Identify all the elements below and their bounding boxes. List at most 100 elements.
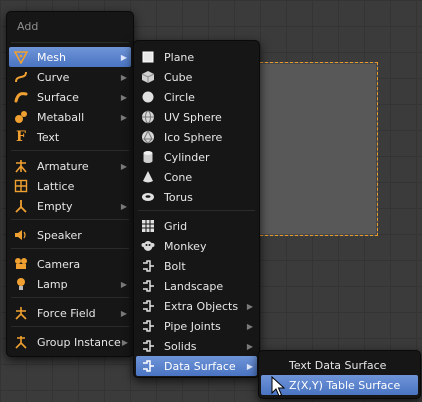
submenu-arrow-icon: ▶ xyxy=(120,279,128,289)
speaker-icon xyxy=(13,227,29,243)
plugin-icon xyxy=(140,358,156,374)
submenu-arrow-icon: ▶ xyxy=(246,321,254,331)
menu-item-label: Lattice xyxy=(37,179,75,193)
menu-item-text[interactable]: F Text xyxy=(9,127,131,147)
submenu-arrow-icon: ▶ xyxy=(120,308,128,318)
submenu-arrow-icon: ▶ xyxy=(246,341,254,351)
menu-item-cube[interactable]: Cube xyxy=(136,67,257,87)
curve-icon xyxy=(13,69,29,85)
menu-item-camera[interactable]: Camera xyxy=(9,254,131,274)
submenu-arrow-icon: ▶ xyxy=(120,92,128,102)
menu-item-label: Force Field xyxy=(37,306,96,320)
divider xyxy=(11,248,129,249)
menu-item-label: Landscape xyxy=(164,279,224,293)
mesh-icon xyxy=(13,49,29,65)
menu-item-cone[interactable]: Cone xyxy=(136,167,257,187)
menu-item-grid[interactable]: Grid xyxy=(136,216,257,236)
menu-item-label: Speaker xyxy=(37,228,82,242)
plane-icon xyxy=(140,49,156,65)
menu-item-lattice[interactable]: Lattice xyxy=(9,176,131,196)
submenu-arrow-icon: ▶ xyxy=(246,301,254,311)
divider xyxy=(11,297,129,298)
menu-item-extra-objects[interactable]: Extra Objects ▶ xyxy=(136,296,257,316)
divider xyxy=(11,150,129,151)
menu-item-ico-sphere[interactable]: Ico Sphere xyxy=(136,127,257,147)
menu-item-label: Plane xyxy=(164,50,195,64)
menu-item-surface[interactable]: Surface ▶ xyxy=(9,87,131,107)
menu-item-empty[interactable]: Empty ▶ xyxy=(9,196,131,216)
menu-item-label: Ico Sphere xyxy=(164,130,223,144)
submenu-arrow-icon: ▶ xyxy=(121,337,128,347)
menu-item-lamp[interactable]: Lamp ▶ xyxy=(9,274,131,294)
menu-item-solids[interactable]: Solids ▶ xyxy=(136,336,257,356)
menu-item-monkey[interactable]: Monkey xyxy=(136,236,257,256)
plugin-icon xyxy=(140,298,156,314)
mouse-pointer-icon xyxy=(271,376,285,397)
uv-sphere-icon xyxy=(140,109,156,125)
divider xyxy=(138,210,255,211)
text-icon: F xyxy=(16,129,26,145)
lamp-icon xyxy=(13,276,29,292)
plugin-icon xyxy=(140,278,156,294)
circle-icon xyxy=(140,89,156,105)
divider xyxy=(11,326,129,327)
menu-item-label: Data Surface xyxy=(164,359,236,373)
menu-item-bolt[interactable]: Bolt xyxy=(136,256,257,276)
menu-item-mesh[interactable]: Mesh ▶ xyxy=(9,47,131,67)
armature-icon xyxy=(13,158,29,174)
submenu-arrow-icon: ▶ xyxy=(120,52,128,62)
cone-icon xyxy=(140,169,156,185)
monkey-icon xyxy=(140,238,156,254)
menu-item-group-instance[interactable]: Group Instance ▶ xyxy=(9,332,131,352)
submenu-arrow-icon: ▶ xyxy=(120,112,128,122)
menu-item-curve[interactable]: Curve ▶ xyxy=(9,67,131,87)
menu-item-label: Text xyxy=(37,130,60,144)
plugin-icon xyxy=(140,338,156,354)
menu-item-label: Monkey xyxy=(164,239,207,253)
menu-item-text-data-surface[interactable]: Text Data Surface xyxy=(261,355,418,375)
menu-item-metaball[interactable]: Metaball ▶ xyxy=(9,107,131,127)
torus-icon xyxy=(140,189,156,205)
menu-item-label: Z(X,Y) Table Surface xyxy=(289,378,401,392)
menu-item-circle[interactable]: Circle xyxy=(136,87,257,107)
menu-item-pipe-joints[interactable]: Pipe Joints ▶ xyxy=(136,316,257,336)
metaball-icon xyxy=(13,109,29,125)
menu-item-label: Solids xyxy=(164,339,197,353)
force-field-icon xyxy=(13,305,29,321)
menu-item-armature[interactable]: Armature ▶ xyxy=(9,156,131,176)
submenu-arrow-icon: ▶ xyxy=(120,201,128,211)
menu-item-plane[interactable]: Plane xyxy=(136,47,257,67)
cylinder-icon xyxy=(140,149,156,165)
menu-item-label: Torus xyxy=(164,190,193,204)
plugin-icon xyxy=(140,258,156,274)
menu-item-label: Cube xyxy=(164,70,193,84)
menu-item-data-surface[interactable]: Data Surface ▶ xyxy=(136,356,257,376)
menu-item-label: Lamp xyxy=(37,277,68,291)
menu-item-uv-sphere[interactable]: UV Sphere xyxy=(136,107,257,127)
menu-item-label: Metaball xyxy=(37,110,85,124)
menu-item-label: Extra Objects xyxy=(164,299,239,313)
divider xyxy=(11,42,129,43)
menu-item-cylinder[interactable]: Cylinder xyxy=(136,147,257,167)
menu-item-force-field[interactable]: Force Field ▶ xyxy=(9,303,131,323)
surface-icon xyxy=(13,89,29,105)
menu-item-label: Curve xyxy=(37,70,70,84)
menu-item-label: Cylinder xyxy=(164,150,210,164)
menu-item-label: Group Instance xyxy=(37,335,121,349)
lattice-icon xyxy=(13,178,29,194)
group-instance-icon xyxy=(13,334,29,350)
add-menu: Add Mesh ▶ Curve ▶ Surface ▶ Metaball ▶ … xyxy=(6,11,134,357)
menu-item-speaker[interactable]: Speaker xyxy=(9,225,131,245)
menu-item-label: Mesh xyxy=(37,50,66,64)
mesh-submenu: Plane Cube Circle UV Sphere Ico Sphere C… xyxy=(133,40,260,378)
menu-item-label: Empty xyxy=(37,199,73,213)
menu-item-label: Text Data Surface xyxy=(289,358,387,372)
divider xyxy=(11,219,129,220)
submenu-arrow-icon: ▶ xyxy=(120,72,128,82)
menu-item-torus[interactable]: Torus xyxy=(136,187,257,207)
submenu-arrow-icon: ▶ xyxy=(246,361,254,371)
menu-item-label: Pipe Joints xyxy=(164,319,221,333)
menu-item-landscape[interactable]: Landscape xyxy=(136,276,257,296)
menu-item-label: Cone xyxy=(164,170,193,184)
menu-item-label: Bolt xyxy=(164,259,186,273)
